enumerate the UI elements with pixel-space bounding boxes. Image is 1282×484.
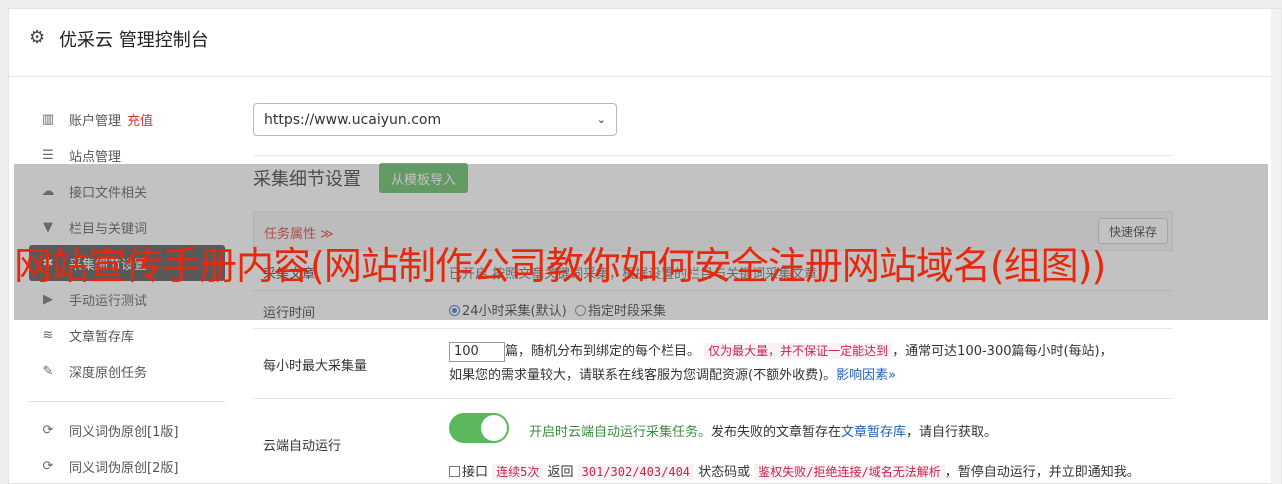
max-per-hour-warning: 仅为最大量，并不保证一定能达到: [704, 343, 893, 359]
database-icon: ≋: [42, 327, 54, 343]
max-per-hour-label: 每小时最大采集量: [263, 359, 368, 374]
overlay-title: 网站宣传手册内容(网站制作公司教你如何安全注册网站域名(组图)): [14, 244, 1106, 288]
sidebar-divider: [29, 401, 225, 402]
pause-text: ，暂停自动运行，并立即通知我。: [944, 465, 1140, 480]
pause-warn-codes: 301/302/403/404: [577, 464, 695, 480]
sidebar-item-label: 同义词伪原创[2版]: [69, 460, 179, 476]
influence-factors-link[interactable]: 影响因素: [836, 368, 888, 383]
sidebar-item-article-store[interactable]: ≋ 文章暂存库: [29, 317, 225, 353]
gray-overlay-band: [14, 164, 1268, 320]
chevron-down-icon: »: [888, 368, 897, 383]
max-per-hour-row: 每小时最大采集量 100 篇，随机分布到绑定的每个栏目。 仅为最大量，并不保证一定…: [253, 329, 1173, 399]
max-per-hour-content: 100 篇，随机分布到绑定的每个栏目。 仅为最大量，并不保证一定能达到 ，通常可达1…: [449, 339, 1173, 388]
bar-chart-icon: ▥: [41, 111, 55, 127]
sidebar-item-label: 同义词伪原创[1版]: [69, 424, 179, 440]
refresh-icon: ⟳: [42, 458, 54, 474]
sidebar-item-synonym-v2[interactable]: ⟳ 同义词伪原创[2版]: [29, 448, 225, 484]
divider: [253, 155, 1173, 156]
site-select-value: https://www.ucaiyun.com: [264, 111, 442, 128]
chevron-down-icon: ⌄: [596, 113, 606, 126]
sidebar-item-synonym-v1[interactable]: ⟳ 同义词伪原创[1版]: [29, 412, 225, 448]
sidebar-item-label: 深度原创任务: [69, 365, 148, 381]
sidebar-item-label: 站点管理: [69, 149, 122, 165]
pause-warn-times: 连续5次: [492, 464, 544, 480]
pause-text: 状态码或: [694, 465, 755, 480]
recharge-link[interactable]: 充值: [127, 110, 153, 129]
server-icon: ☰: [42, 147, 54, 163]
sidebar-item-deep-original[interactable]: ✎ 深度原创任务: [29, 353, 225, 389]
edit-icon: ✎: [42, 363, 54, 379]
max-per-hour-input[interactable]: 100: [449, 341, 505, 362]
gear-icon: ⚙: [29, 27, 46, 48]
auto-run-desc: 发布失败的文章暂存在: [711, 425, 842, 440]
page-title: 优采云 管理控制台: [59, 30, 209, 51]
header: ⚙ 优采云 管理控制台: [9, 9, 1281, 77]
sidebar-item-label: 文章暂存库: [69, 329, 135, 345]
max-per-hour-text2: ，通常可达100-300篇每小时(每站)，: [892, 344, 1113, 359]
pause-warn-auth: 鉴权失败/拒绝连接/域名无法解析: [754, 464, 945, 480]
site-select[interactable]: https://www.ucaiyun.com ⌄: [253, 103, 617, 136]
pause-checkbox[interactable]: [449, 466, 460, 477]
auto-run-desc-end: ，请自行获取。: [906, 425, 998, 440]
auto-run-desc-green: 开启时云端自动运行采集任务。: [529, 425, 712, 440]
pause-text: 返回: [543, 465, 578, 480]
article-store-link[interactable]: 文章暂存库: [841, 425, 906, 440]
auto-run-label: 云端自动运行: [263, 439, 342, 454]
max-per-hour-text: 篇，随机分布到绑定的每个栏目。: [505, 344, 701, 359]
auto-run-row: 云端自动运行 开启时云端自动运行采集任务。发布失败的文章暂存在文章暂存库，请自行…: [253, 399, 1173, 484]
pause-option: 接口 连续5次 返回 301/302/403/404 状态码或 鉴权失败/拒绝连…: [449, 461, 1140, 480]
toggle-knob: [481, 415, 507, 441]
auto-run-toggle[interactable]: [449, 413, 509, 443]
pause-text: 接口: [462, 465, 489, 480]
refresh-icon: ⟳: [42, 422, 54, 438]
auto-run-description: 开启时云端自动运行采集任务。发布失败的文章暂存在文章暂存库，请自行获取。: [529, 421, 997, 440]
sidebar-item-account[interactable]: ▥ 账户管理 充值: [29, 101, 225, 137]
max-per-hour-text3: 如果您的需求量较大，请联系在线客服为您调配资源(不额外收费)。: [449, 368, 837, 383]
sidebar-item-label: 账户管理: [69, 113, 122, 129]
